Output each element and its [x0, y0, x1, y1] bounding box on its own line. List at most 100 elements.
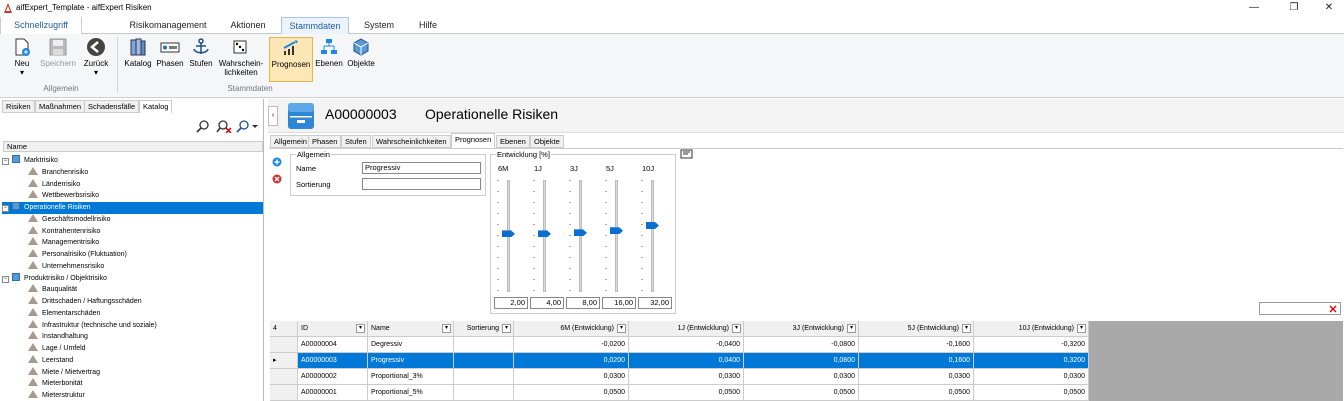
slider-thumb[interactable] — [538, 230, 551, 238]
column-header[interactable]: Sortierung ▾ — [454, 321, 514, 337]
clear-filter-icon[interactable] — [1328, 304, 1338, 314]
table-cell[interactable]: 0,0500 — [859, 385, 974, 401]
column-filter-icon[interactable]: ▾ — [962, 324, 971, 333]
tab-risikomanagement[interactable]: Risikomanagement — [122, 17, 214, 34]
name-field[interactable]: Progressiv — [362, 162, 481, 174]
table-cell[interactable]: 0,1600 — [859, 353, 974, 369]
collapse-icon[interactable]: − — [2, 275, 9, 283]
tree-item-node[interactable]: Managementrisiko — [2, 237, 263, 249]
table-cell[interactable]: -0,3200 — [974, 337, 1089, 353]
table-cell[interactable]: Proportional_5% — [368, 385, 454, 401]
tab-aktionen[interactable]: Aktionen — [222, 17, 274, 34]
column-header[interactable]: Name ▾ — [368, 321, 454, 337]
tree-item-node[interactable]: Infrastruktur (technische und soziale) — [2, 319, 263, 332]
search-options-icon[interactable] — [236, 119, 258, 133]
column-header[interactable]: 6M (Entwicklung) ▾ — [514, 321, 629, 337]
slider-5j[interactable] — [605, 180, 623, 292]
tree-item-node[interactable]: Wettbewerbsrisiko — [2, 190, 263, 202]
column-filter-icon[interactable]: ▾ — [847, 324, 856, 333]
tab-risiken[interactable]: Risiken — [2, 100, 35, 113]
slider-value-field[interactable]: 32,00 — [638, 297, 672, 309]
tab-katalog[interactable]: Katalog — [139, 100, 173, 113]
table-cell[interactable]: 0,0500 — [744, 385, 859, 401]
table-cell[interactable] — [454, 353, 514, 369]
tree-item-node[interactable]: Branchenrisiko — [2, 166, 263, 179]
table-cell[interactable]: 0,3200 — [974, 353, 1089, 369]
new-button[interactable]: Neu ▾ — [8, 37, 36, 82]
column-header[interactable]: 3J (Entwicklung) ▾ — [744, 321, 859, 337]
table-cell[interactable]: 0,0800 — [744, 353, 859, 369]
save-button[interactable]: Speichern — [38, 37, 78, 82]
slider-thumb[interactable] — [574, 229, 587, 237]
tree-item-node[interactable]: Unternehmensrisiko — [2, 260, 263, 273]
tree-item-node[interactable]: Bauqualität — [2, 284, 263, 296]
slider-3j[interactable] — [569, 180, 587, 292]
table-cell[interactable]: 0,0300 — [514, 369, 629, 385]
stufen-button[interactable]: Stufen — [187, 37, 215, 82]
slider-10j[interactable] — [641, 180, 659, 292]
tree-item-node[interactable]: Miete / Mietvertrag — [2, 366, 263, 379]
table-cell[interactable]: Progressiv — [368, 353, 454, 369]
tab-stammdaten[interactable]: Stammdaten — [281, 17, 349, 34]
slider-value-field[interactable]: 16,00 — [602, 297, 636, 309]
column-header[interactable]: 5J (Entwicklung) ▾ — [859, 321, 974, 337]
slider-track[interactable] — [615, 180, 618, 292]
ebenen-button[interactable]: Ebenen — [315, 37, 343, 82]
prognosen-button[interactable]: Prognosen — [269, 37, 313, 82]
tab-hilfe[interactable]: Hilfe — [408, 17, 448, 34]
restore-button[interactable]: ❐ — [1283, 0, 1305, 15]
table-cell[interactable]: 0,0300 — [744, 369, 859, 385]
sort-field[interactable] — [362, 178, 481, 190]
tab-prognosen[interactable]: Prognosen — [451, 133, 496, 148]
delete-icon[interactable] — [272, 174, 282, 184]
tree-group-node[interactable]: − Marktrisiko — [2, 155, 263, 167]
search-clear-icon[interactable] — [216, 119, 232, 133]
row-selector[interactable] — [270, 369, 298, 385]
row-selector[interactable]: ▸ — [270, 353, 298, 369]
table-cell[interactable]: -0,0200 — [514, 337, 629, 353]
tree-item-node[interactable]: Mieterstruktur — [2, 390, 263, 401]
tab-objekte[interactable]: Objekte — [530, 135, 564, 148]
table-cell[interactable]: -0,0400 — [629, 337, 744, 353]
add-icon[interactable] — [272, 157, 282, 167]
collapse-icon[interactable]: − — [2, 205, 9, 212]
table-cell[interactable]: -0,0800 — [744, 337, 859, 353]
table-cell[interactable]: Degressiv — [368, 337, 454, 353]
column-header[interactable]: ID ▾ — [298, 321, 368, 337]
tab-phasen[interactable]: Phasen — [308, 135, 342, 148]
objekte-button[interactable]: Objekte — [345, 37, 377, 82]
column-filter-icon[interactable]: ▾ — [617, 324, 626, 333]
column-header[interactable]: 10J (Entwicklung) ▾ — [974, 321, 1089, 337]
katalog-button[interactable]: Katalog — [123, 37, 153, 82]
table-cell[interactable]: 0,0200 — [514, 353, 629, 369]
tree-item-node[interactable]: Leerstand — [2, 354, 263, 367]
column-filter-icon[interactable]: ▾ — [442, 324, 451, 333]
slider-1j[interactable] — [533, 180, 551, 292]
table-cell[interactable]: Proportional_3% — [368, 369, 454, 385]
column-filter-icon[interactable]: ▾ — [732, 324, 741, 333]
minimize-button[interactable]: — — [1243, 0, 1265, 15]
tree-item-node[interactable]: Kontrahentenrisiko — [2, 225, 263, 238]
phasen-button[interactable]: Phasen — [155, 37, 185, 82]
slider-6m[interactable] — [497, 180, 515, 292]
tab-system[interactable]: System — [356, 17, 402, 34]
column-filter-icon[interactable]: ▾ — [1077, 324, 1086, 333]
row-selector[interactable] — [270, 385, 298, 401]
tab-schadensfaelle[interactable]: Schadensfälle — [84, 100, 140, 113]
tree-item-node[interactable]: Instandhaltung — [2, 331, 263, 343]
tab-allgemein[interactable]: Allgemein — [270, 135, 311, 148]
tree-item-node[interactable]: Personalrisiko (Fluktuation) — [2, 249, 263, 261]
column-filter-icon[interactable]: ▾ — [502, 324, 511, 333]
slider-thumb[interactable] — [610, 227, 623, 235]
table-cell[interactable]: A00000002 — [298, 369, 368, 385]
collapse-icon[interactable]: − — [2, 158, 9, 165]
tree-item-node[interactable]: Lage / Umfeld — [2, 343, 263, 355]
tree-item-node[interactable]: Drittschaden / Haftungsschäden — [2, 296, 263, 308]
tree-group-node[interactable]: − Operationelle Risiken — [2, 202, 263, 214]
table-cell[interactable] — [454, 369, 514, 385]
note-icon[interactable] — [680, 148, 694, 160]
tree-item-node[interactable]: Länderrisiko — [2, 178, 263, 191]
wahrscheinlichkeiten-button[interactable]: Wahrschein-lichkeiten — [217, 37, 265, 82]
tab-ebenen[interactable]: Ebenen — [496, 135, 530, 148]
close-button[interactable]: ✕ — [1318, 0, 1340, 15]
